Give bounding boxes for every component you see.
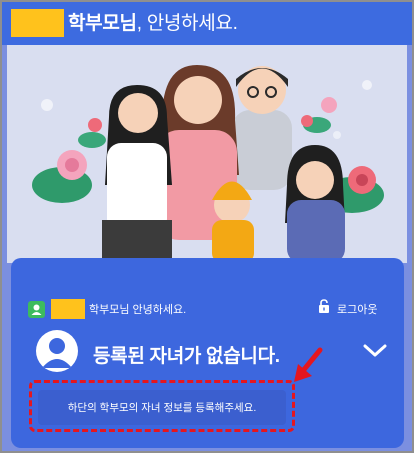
person-avatar-icon — [36, 330, 78, 372]
user-row: 학부모님 안녕하세요. — [28, 299, 186, 319]
greeting-title: 학부모님, 안녕하세요. — [68, 11, 238, 37]
logout-button[interactable]: 로그아웃 — [318, 299, 377, 319]
annotation-arrow-icon — [290, 346, 326, 391]
app-frame: 학부모님, 안녕하세요. 학부모님 안녕하세요. 로그아웃 등록된 자녀가 없습… — [0, 0, 414, 453]
greeting-rest: , 안녕하세요. — [136, 13, 238, 34]
redacted-name-small — [51, 299, 85, 319]
top-bar: 학부모님, 안녕하세요. — [2, 2, 412, 45]
redacted-name — [11, 9, 64, 37]
greeting-bold: 학부모님 — [68, 13, 137, 34]
annotation-highlight-box — [29, 380, 295, 432]
family-illustration-art — [7, 45, 407, 263]
no-child-status: 등록된 자녀가 없습니다. — [93, 346, 280, 367]
family-illustration — [7, 45, 407, 263]
user-badge-icon — [28, 300, 45, 318]
user-greeting-text: 학부모님 안녕하세요. — [89, 304, 187, 316]
chevron-down-icon[interactable] — [362, 342, 388, 365]
lock-icon — [318, 299, 330, 319]
logout-label: 로그아웃 — [337, 304, 378, 316]
